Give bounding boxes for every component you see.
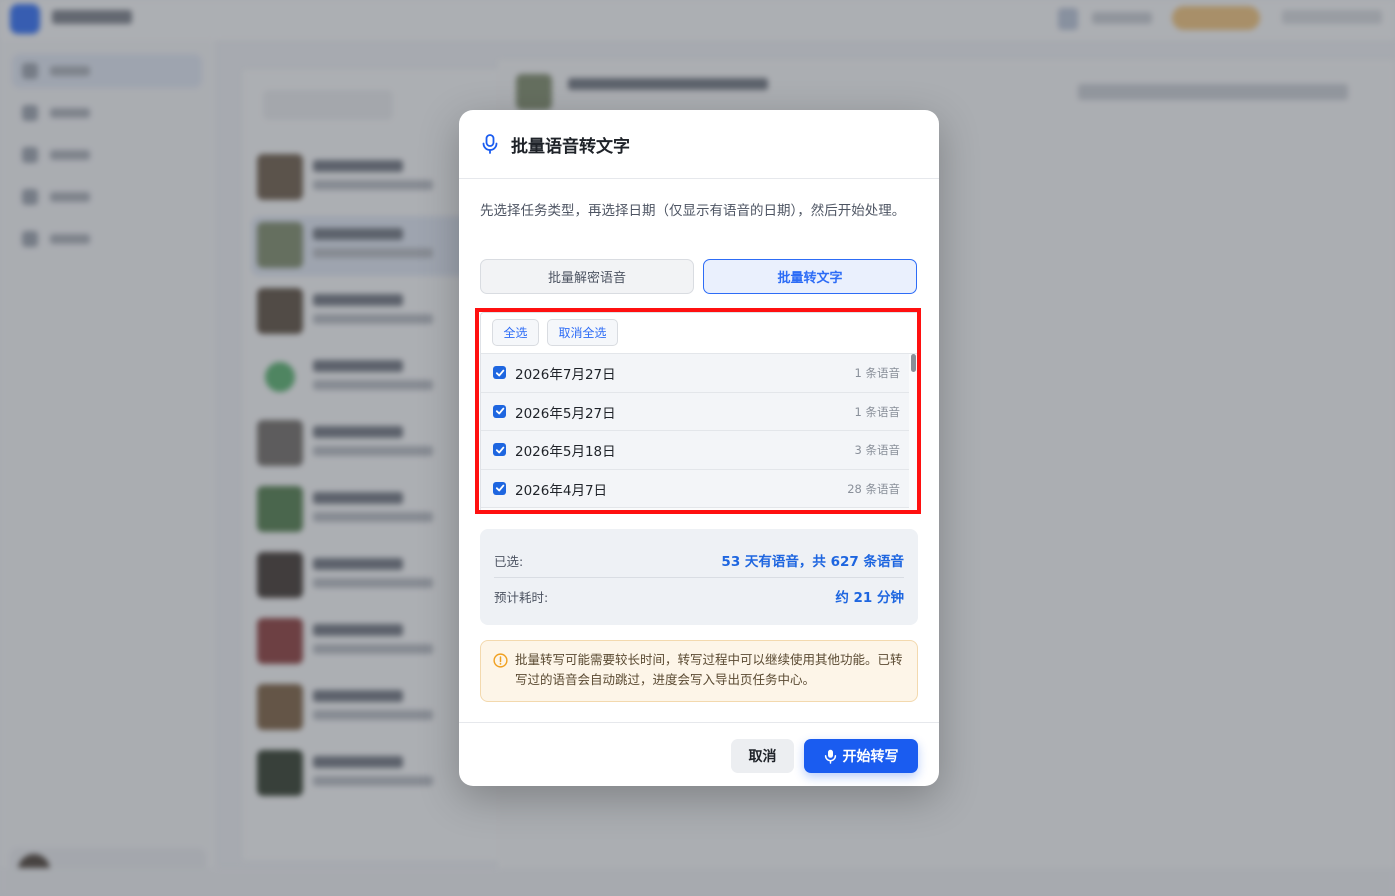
select-all-button[interactable]: 全选 [492,319,539,346]
date-label: 2026年5月27日 [515,405,616,422]
microphone-icon [482,134,498,154]
start-button-label: 开始转写 [842,749,899,765]
voice-count: 3 条语音 [854,443,900,457]
voice-count: 1 条语音 [854,366,900,380]
selected-value: 53 天有语音，共 627 条语音 [721,554,904,570]
dialog-description: 先选择任务类型，再选择日期（仅显示有语音的日期），然后开始处理。 [480,203,906,219]
date-checkbox[interactable] [493,404,506,418]
scrollbar-thumb[interactable] [911,354,916,372]
tab-batch-transcribe[interactable]: 批量转文字 [703,259,917,294]
eta-value: 约 21 分钟 [835,590,904,606]
date-checkbox[interactable] [493,366,506,379]
summary-selected-row: 已选: 53 天有语音，共 627 条语音 [494,543,904,578]
microphone-icon [824,749,836,764]
check-icon [495,484,504,492]
date-label: 2026年4月7日 [515,482,608,499]
start-transcribe-button[interactable]: 开始转写 [804,739,918,773]
date-checkbox[interactable] [493,481,506,495]
date-row[interactable]: 2026年5月27日 1 条语音 [481,392,909,431]
date-row[interactable]: 2026年7月27日 1 条语音 [481,354,909,393]
date-selection-panel: 全选 取消全选 2026年7月27日 1 条语音 2026年5月27日 1 条语… [480,312,920,514]
voice-count: 1 条语音 [854,404,900,419]
check-icon [495,369,504,376]
deselect-all-button[interactable]: 取消全选 [547,319,618,346]
warning-circle-icon [493,653,508,668]
date-row[interactable]: 2026年5月18日 3 条语音 [481,431,909,470]
check-icon [495,407,504,415]
check-icon [495,446,504,453]
dialog-footer: 取消 开始转写 [459,722,939,786]
voice-count: 28 条语音 [847,481,900,496]
notice-box: 批量转写可能需要较长时间，转写过程中可以继续使用其他功能。已转写过的语音会自动跳… [480,640,918,702]
tab-batch-decrypt[interactable]: 批量解密语音 [480,259,694,294]
date-list-scrollbar[interactable] [909,354,919,513]
eta-label: 预计耗时: [494,590,549,605]
dialog-title: 批量语音转文字 [511,137,630,157]
date-list: 2026年7月27日 1 条语音 2026年5月27日 1 条语音 2026年5… [481,354,909,508]
date-panel-toolbar: 全选 取消全选 [481,313,919,354]
date-label: 2026年5月18日 [515,444,616,460]
selection-summary: 已选: 53 天有语音，共 627 条语音 预计耗时: 约 21 分钟 [480,529,918,625]
date-row[interactable]: 2026年4月7日 28 条语音 [481,469,909,508]
cancel-button[interactable]: 取消 [731,739,794,773]
dialog-header: 批量语音转文字 [459,110,939,179]
date-label: 2026年7月27日 [515,367,616,383]
selected-label: 已选: [494,554,524,569]
date-checkbox[interactable] [493,443,506,456]
batch-transcribe-dialog: 批量语音转文字 先选择任务类型，再选择日期（仅显示有语音的日期），然后开始处理。… [459,110,939,786]
summary-eta-row: 预计耗时: 约 21 分钟 [494,579,904,613]
notice-text: 批量转写可能需要较长时间，转写过程中可以继续使用其他功能。已转写过的语音会自动跳… [515,652,903,687]
